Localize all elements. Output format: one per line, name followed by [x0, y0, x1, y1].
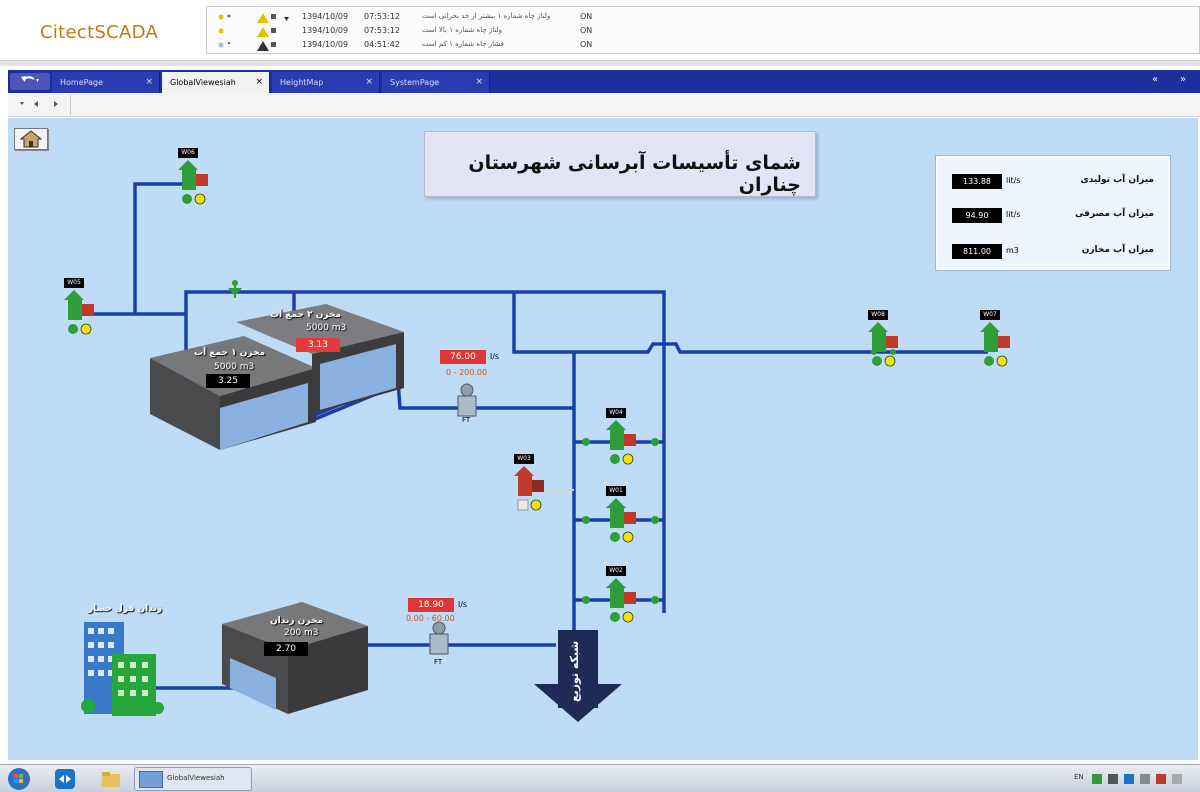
well-tag: W06 [178, 148, 198, 158]
folder-icon [102, 772, 120, 787]
prison-building-graphic [81, 622, 164, 716]
stat-label: میزان آب مخازن [1081, 245, 1154, 255]
alarm-list[interactable]: 1394/10/09 07:53:12 ولتاژ چاه شماره ۱ بی… [206, 6, 1200, 54]
toolbar-divider [70, 95, 71, 115]
flowmeter-1-value[interactable]: 76.00 [440, 350, 486, 364]
tank-3-name: مخزن زندان [270, 616, 323, 626]
app-logo: CitectSCADA [40, 22, 159, 43]
well-w07[interactable]: W07 [978, 310, 1012, 370]
tank-3-capacity: 200 m3 [284, 628, 319, 638]
teamviewer-taskbar-icon[interactable] [54, 768, 76, 790]
well-tag: W08 [868, 310, 888, 320]
stat-production: 133.88 lit/s میزان آب تولیدی [938, 174, 1168, 190]
well-w04[interactable]: W04 [604, 408, 638, 468]
stat-label: میزان آب مصرفی [1074, 209, 1154, 219]
header: CitectSCADA 1394/10/09 07:53:12 ولتاژ چا… [0, 0, 1200, 66]
teamviewer-icon [55, 769, 75, 789]
well-w06[interactable]: W06 [176, 148, 210, 208]
valve-icon[interactable] [228, 280, 242, 298]
taskbar: GlobalViewesiah EN [0, 764, 1200, 792]
stat-consumption: 94.90 lit/s میزان آب مصرفی [938, 208, 1168, 224]
tab-close-icon[interactable]: × [475, 72, 483, 93]
well-w02[interactable]: W02 [604, 566, 638, 626]
tab-scroll-right-icon[interactable]: » [1180, 74, 1186, 85]
stat-label: میزان آب تولیدی [1080, 175, 1154, 185]
well-w05[interactable]: W05 [62, 278, 96, 338]
start-button[interactable] [6, 767, 32, 791]
flowmeter-1-icon[interactable] [457, 383, 477, 417]
tab-heightmap[interactable]: HeightMap × [272, 72, 380, 93]
tab-close-icon[interactable]: × [365, 72, 373, 93]
page-title: شمای تأسیسات آبرسانی شهرستان چناران [468, 152, 801, 196]
toolbar-nav-icons[interactable] [18, 99, 66, 109]
alarm-status-icons [213, 10, 293, 54]
tab-systempage[interactable]: SystemPage × [382, 72, 490, 93]
window-thumbnail-icon [139, 771, 163, 788]
flowmeter-2-unit: l/s [458, 600, 468, 609]
system-tray-icons[interactable] [1092, 771, 1196, 787]
stat-storage: 811.00 m3 میزان آب مخازن [938, 244, 1168, 260]
well-w03[interactable]: W03 [512, 454, 546, 514]
stat-value: 133.88 [952, 174, 1002, 189]
home-button[interactable] [14, 128, 48, 150]
well-tag: W01 [606, 486, 626, 496]
tab-homepage[interactable]: HomePage × [52, 72, 160, 93]
well-tag: W02 [606, 566, 626, 576]
stat-unit: m3 [1006, 246, 1019, 255]
stat-value: 94.90 [952, 208, 1002, 223]
well-tag: W07 [980, 310, 1000, 320]
well-w01[interactable]: W01 [604, 486, 638, 546]
language-indicator[interactable]: EN [1074, 773, 1084, 781]
tank-1-capacity: 5000 m3 [214, 362, 255, 372]
tab-globalview[interactable]: GlobalViewesiah × [162, 72, 270, 93]
well-tag: W04 [606, 408, 626, 418]
building-label: زندان قزل حصار [88, 604, 163, 614]
well-tag: W03 [514, 454, 534, 464]
windows-start-icon [8, 768, 30, 790]
undo-icon [21, 76, 39, 82]
stat-value: 811.00 [952, 244, 1002, 259]
tank-3-level[interactable]: 2.70 [264, 642, 308, 656]
distribution-label: شبکه توزیع [568, 640, 581, 702]
stat-unit: lit/s [1006, 210, 1021, 219]
well-w08[interactable]: W08 [866, 310, 900, 370]
alarm-bell-icon [218, 13, 289, 51]
well-tag: W05 [64, 278, 84, 288]
tank-1-name: مخزن ۱ جمع آب [194, 348, 266, 358]
taskbar-window-label: GlobalViewesiah [167, 774, 225, 782]
taskbar-window-globalview[interactable]: GlobalViewesiah [134, 767, 252, 791]
tank-1-level[interactable]: 3.25 [206, 374, 250, 388]
flowmeter-1-range: 0 - 200.00 [446, 368, 488, 377]
tank-2-level[interactable]: 3.13 [296, 338, 340, 352]
explorer-taskbar-icon[interactable] [100, 768, 122, 790]
header-divider [0, 60, 1200, 66]
flowmeter-1-label: FT [462, 416, 471, 424]
flowmeter-2-value[interactable]: 18.90 [408, 598, 454, 612]
title-panel: شمای تأسیسات آبرسانی شهرستان چناران [424, 131, 816, 197]
stat-unit: lit/s [1006, 176, 1021, 185]
tank-2-capacity: 5000 m3 [306, 323, 347, 333]
tank-2-name: مخزن ۲ جمع آب [270, 310, 342, 320]
flowmeter-2-label: FT [434, 658, 443, 666]
flowmeter-2-icon[interactable] [429, 621, 449, 655]
tab-close-icon[interactable]: × [145, 72, 153, 93]
home-icon [20, 130, 42, 148]
flowmeter-1-unit: l/s [490, 352, 500, 361]
menu-button[interactable] [10, 73, 50, 90]
tab-bar: HomePage × GlobalViewesiah × HeightMap ×… [8, 70, 1200, 93]
flowmeter-2-range: 0.00 - 60.00 [406, 614, 455, 623]
tab-scroll-left-icon[interactable]: « [1152, 74, 1158, 85]
tab-close-icon[interactable]: × [255, 72, 263, 93]
toolbar [8, 93, 1200, 117]
scada-canvas: شمای تأسیسات آبرسانی شهرستان چناران 133.… [8, 118, 1198, 760]
summary-panel: 133.88 lit/s میزان آب تولیدی 94.90 lit/s… [936, 156, 1170, 270]
